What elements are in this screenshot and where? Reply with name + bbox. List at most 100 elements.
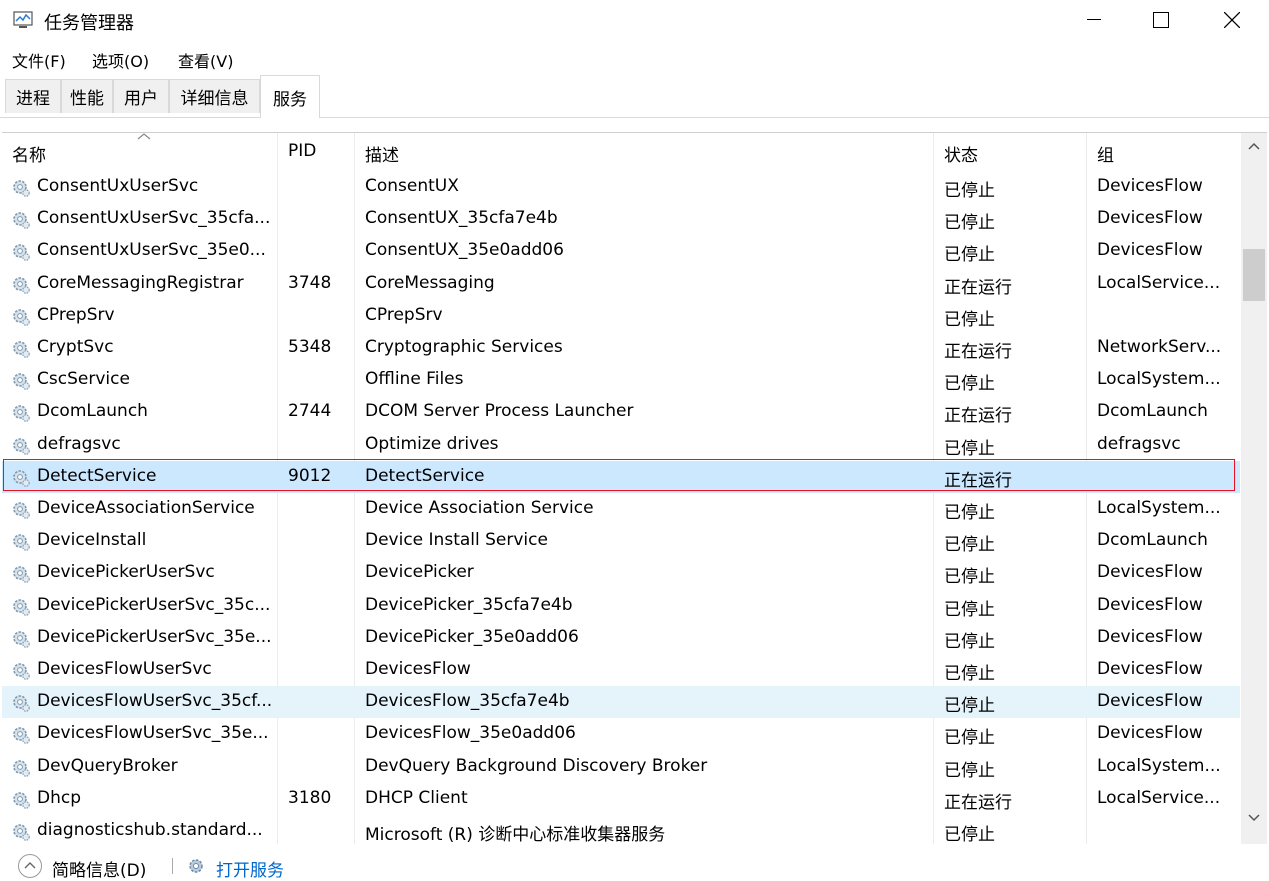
column-header-name[interactable]: 名称 [12, 141, 46, 166]
service-gear-icon [13, 663, 30, 680]
service-name: defragsvc [37, 433, 121, 454]
tab-performance[interactable]: 性能 [61, 79, 113, 113]
service-group: DcomLaunch [1097, 530, 1208, 551]
menu-file[interactable]: 文件(F) [12, 48, 66, 72]
service-row[interactable]: ConsentUxUserSvc_35cfa... ConsentUX_35cfa… [2, 203, 1240, 235]
service-row[interactable]: DevicePickerUserSvc_35e... DevicePicker_3… [2, 622, 1240, 654]
service-row[interactable]: DevicesFlowUserSvc DevicesFlow 已停止 DevicesF… [2, 654, 1240, 686]
close-button[interactable] [1209, 0, 1255, 40]
service-row[interactable]: CoreMessagingRegistrar 3748 CoreMessaging 正… [2, 268, 1240, 300]
menu-options[interactable]: 选项(O) [92, 48, 149, 72]
column-header-description[interactable]: 描述 [365, 141, 399, 166]
service-status: 已停止 [944, 181, 995, 201]
service-pid: 2744 [288, 401, 332, 422]
maximize-button[interactable] [1138, 0, 1184, 40]
service-row[interactable]: ConsentUxUserSvc ConsentUX 已停止 DevicesFlow [2, 171, 1240, 203]
service-name: DevicesFlowUserSvc_35e... [37, 723, 269, 744]
service-row[interactable]: defragsvc Optimize drives 已停止 defragsvc [2, 429, 1240, 461]
service-group: DevicesFlow [1097, 723, 1203, 744]
fewer-details-button[interactable] [18, 854, 42, 878]
minimize-icon [1087, 19, 1101, 20]
service-description: DevicePicker_35e0add06 [365, 626, 579, 647]
service-description: DevicePicker [365, 562, 474, 583]
service-row[interactable]: DevicePickerUserSvc_35c... DevicePicker_3… [2, 590, 1240, 622]
service-row[interactable]: ConsentUxUserSvc_35e0... ConsentUX_35e0ad… [2, 235, 1240, 267]
service-group: DevicesFlow [1097, 240, 1203, 261]
service-description: Device Install Service [365, 530, 548, 551]
service-name: CPrepSrv [37, 304, 115, 325]
service-row[interactable]: DetectService 9012 DetectService 正在运行 [2, 460, 1240, 493]
service-description: ConsentUX_35e0add06 [365, 240, 564, 261]
service-row[interactable]: DcomLaunch 2744 DCOM Server Process Launch… [2, 396, 1240, 428]
service-description: CPrepSrv [365, 304, 443, 325]
service-row[interactable]: DevicePickerUserSvc DevicePicker 已停止 Device… [2, 557, 1240, 589]
service-status: 已停止 [944, 664, 995, 684]
service-row[interactable]: DeviceAssociationService Device Associati… [2, 493, 1240, 525]
tab-users[interactable]: 用户 [113, 79, 169, 113]
service-gear-icon [13, 824, 30, 841]
service-group: LocalService... [1097, 272, 1221, 293]
open-services-link[interactable]: 打开服务 [216, 856, 284, 881]
service-row[interactable]: DevQueryBroker DevQuery Background Discov… [2, 751, 1240, 783]
service-name: ConsentUxUserSvc [37, 176, 199, 196]
service-description: Offline Files [365, 369, 464, 390]
column-header-pid[interactable]: PID [288, 141, 316, 161]
chevron-up-icon [24, 862, 36, 869]
service-status: 正在运行 [944, 342, 1012, 362]
column-header-group[interactable]: 组 [1097, 141, 1114, 166]
service-gear-icon [13, 405, 30, 423]
tab-processes[interactable]: 进程 [5, 79, 61, 113]
service-description: Cryptographic Services [365, 337, 563, 357]
scroll-thumb[interactable] [1243, 249, 1265, 301]
service-row[interactable]: DevicesFlowUserSvc_35cf... DevicesFlow_35… [2, 686, 1240, 719]
service-gear-icon [13, 502, 30, 519]
service-gear-icon [13, 180, 30, 197]
column-header-status[interactable]: 状态 [944, 141, 978, 166]
service-description: DetectService [365, 465, 485, 486]
service-name: CscService [37, 369, 130, 390]
service-description: DCOM Server Process Launcher [365, 401, 634, 422]
service-description: Microsoft (R) 诊断中心标准收集器服务 [365, 825, 666, 845]
service-group: LocalSystem... [1097, 369, 1221, 390]
service-row[interactable]: DeviceInstall Device Install Service 已停止 Dc… [2, 525, 1240, 557]
tab-services[interactable]: 服务 [260, 75, 320, 118]
service-status: 已停止 [944, 631, 995, 652]
service-status: 已停止 [944, 825, 995, 845]
service-status: 已停止 [944, 245, 995, 266]
service-description: ConsentUX_35cfa7e4b [365, 208, 558, 229]
service-row[interactable]: Dhcp 3180 DHCP Client 正在运行 LocalService... [2, 783, 1240, 815]
service-pid: 3748 [288, 272, 332, 293]
vertical-scrollbar[interactable] [1241, 133, 1267, 845]
service-name: DcomLaunch [37, 401, 148, 422]
close-icon [1224, 12, 1240, 28]
minimize-button[interactable] [1071, 0, 1117, 40]
service-row[interactable]: CscService Offline Files 已停止 LocalSystem... [2, 364, 1240, 396]
service-row[interactable]: CryptSvc 5348 Cryptographic Services 正在运行 Ne… [2, 332, 1240, 364]
service-pid: 3180 [288, 787, 332, 808]
service-name: DevicesFlowUserSvc [37, 659, 212, 679]
service-row[interactable]: DevicesFlowUserSvc_35e... DevicesFlow_35e… [2, 718, 1240, 750]
service-name: DetectService [37, 465, 157, 486]
column-header: 名称 PID 描述 状态 组 [2, 133, 1240, 169]
tab-divider [0, 117, 1269, 118]
service-description: DevQuery Background Discovery Broker [365, 755, 708, 776]
tab-details[interactable]: 详细信息 [169, 79, 260, 113]
service-gear-icon [13, 373, 30, 390]
scroll-up-button[interactable] [1241, 133, 1267, 159]
service-row[interactable]: CPrepSrv CPrepSrv 已停止 [2, 300, 1240, 332]
service-description: DevicePicker_35cfa7e4b [365, 594, 573, 615]
service-gear-icon [13, 341, 30, 358]
fewer-details-label[interactable]: 简略信息(D) [52, 856, 146, 881]
service-group: NetworkServ... [1097, 337, 1222, 357]
service-name: DevicePickerUserSvc [37, 562, 215, 583]
service-name: CoreMessagingRegistrar [37, 272, 244, 293]
service-row[interactable]: diagnosticshub.standard... Microsoft (R) … [2, 815, 1240, 845]
service-name: DeviceInstall [37, 530, 147, 551]
menu-view[interactable]: 查看(V) [178, 48, 233, 72]
service-gear-icon [13, 469, 30, 487]
service-description: DevicesFlow [365, 659, 471, 679]
scroll-down-button[interactable] [1241, 805, 1267, 831]
task-manager-icon [13, 11, 33, 28]
service-description: CoreMessaging [365, 272, 495, 293]
service-description: ConsentUX [365, 176, 459, 196]
